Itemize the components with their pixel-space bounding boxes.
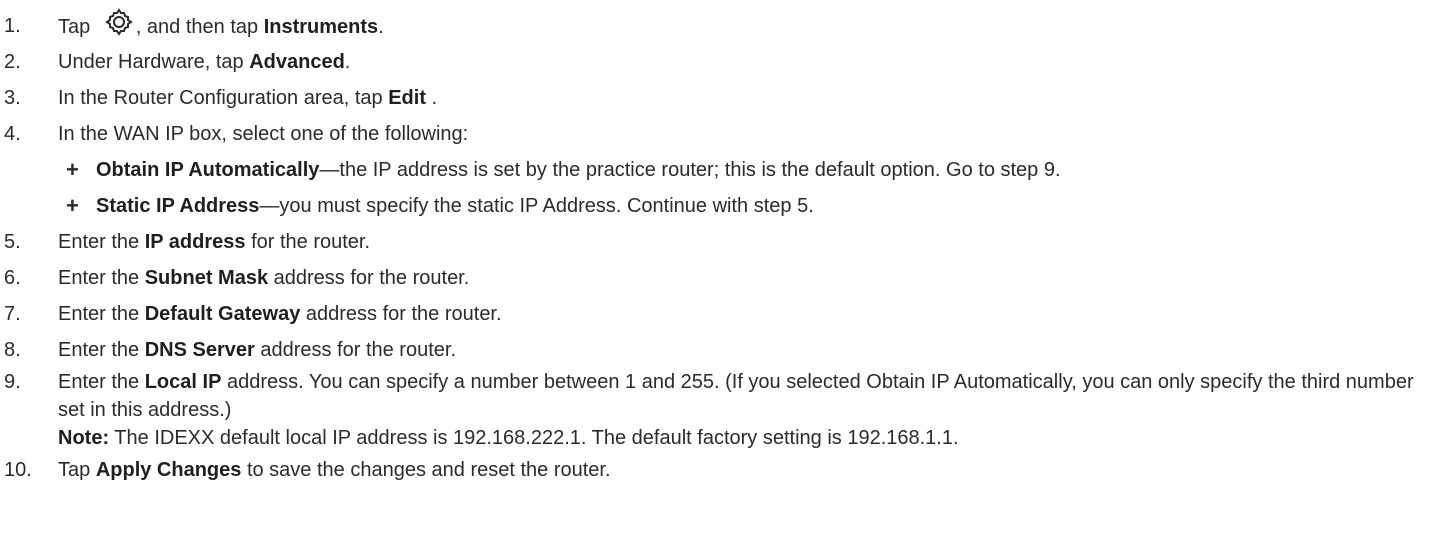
step-text-pre: In the Router Configuration area, tap bbox=[58, 87, 389, 109]
option-text: Static IP Address—you must specify the s… bbox=[96, 188, 814, 224]
plus-bullet: + bbox=[66, 193, 79, 218]
step-text-pre: Tap bbox=[58, 459, 96, 481]
step-text-pre: Tap bbox=[58, 16, 96, 38]
step-text: Enter the Default Gateway address for th… bbox=[58, 296, 502, 332]
field-label-default-gateway: Default Gateway bbox=[144, 303, 301, 325]
option-label: Static IP Address bbox=[96, 195, 260, 217]
step-text-pre: Enter the bbox=[58, 231, 145, 253]
step-text: Enter the Local IP address. You can spec… bbox=[58, 368, 1428, 452]
option-static-ip: + Static IP Address—you must specify the… bbox=[0, 188, 1442, 224]
step-1: 1. Tap , and then tap Instruments. bbox=[0, 8, 1442, 44]
option-text: Obtain IP Automatically—the IP address i… bbox=[96, 152, 1061, 188]
step-4: 4. In the WAN IP box, select one of the … bbox=[0, 116, 1442, 152]
step-10: 10. Tap Apply Changes to save the change… bbox=[0, 452, 1442, 488]
step-text: Enter the DNS Server address for the rou… bbox=[58, 332, 456, 368]
step-text: Enter the Subnet Mask address for the ro… bbox=[58, 260, 469, 296]
step-text: In the Router Configuration area, tap Ed… bbox=[58, 80, 437, 116]
step-number: 5. bbox=[4, 231, 21, 253]
step-text-mid: , and then tap bbox=[135, 16, 264, 38]
option-label: Obtain IP Automatically bbox=[96, 159, 320, 181]
step-number: 8. bbox=[4, 339, 21, 361]
step-text-pre: Under Hardware, tap bbox=[58, 51, 250, 73]
note: Note: The IDEXX default local IP address… bbox=[58, 424, 1428, 452]
step-text-post: . bbox=[344, 51, 351, 73]
step-text: Enter the IP address for the router. bbox=[58, 224, 370, 260]
step-text-post: to save the changes and reset the router… bbox=[241, 459, 611, 481]
step-number: 4. bbox=[4, 123, 21, 145]
step-number: 6. bbox=[4, 267, 21, 289]
option-description: —the IP address is set by the practice r… bbox=[319, 159, 1061, 181]
field-label-subnet-mask: Subnet Mask bbox=[144, 267, 269, 289]
step-text-post: . bbox=[378, 16, 384, 38]
step-text-pre: Enter the bbox=[58, 371, 145, 393]
step-text-post: address for the router. bbox=[268, 267, 470, 289]
note-label: Note: bbox=[58, 427, 110, 449]
step-number: 7. bbox=[4, 303, 21, 325]
field-label-local-ip: Local IP bbox=[144, 371, 222, 393]
option-obtain-ip: + Obtain IP Automatically—the IP address… bbox=[0, 152, 1442, 188]
step-number: 3. bbox=[4, 87, 21, 109]
instruction-list: 1. Tap , and then tap Instruments. 2. Un… bbox=[0, 8, 1442, 488]
ui-label-instruments: Instruments bbox=[263, 16, 379, 38]
step-number: 9. bbox=[4, 371, 21, 393]
step-text-post: address for the router. bbox=[254, 339, 457, 361]
step-7: 7. Enter the Default Gateway address for… bbox=[0, 296, 1442, 332]
plus-bullet: + bbox=[66, 157, 79, 182]
step-text-pre: Enter the bbox=[58, 267, 145, 289]
step-text-post: address for the router. bbox=[300, 303, 502, 325]
step-text-pre: Enter the bbox=[58, 303, 145, 325]
step-number: 10. bbox=[4, 459, 32, 481]
step-8: 8. Enter the DNS Server address for the … bbox=[0, 332, 1442, 368]
step-text-post: . bbox=[426, 87, 438, 109]
step-3: 3. In the Router Configuration area, tap… bbox=[0, 80, 1442, 116]
step-text: Under Hardware, tap Advanced. bbox=[58, 44, 350, 80]
option-description: —you must specify the static IP Address.… bbox=[259, 195, 814, 217]
step-text-pre: Enter the bbox=[58, 339, 145, 361]
step-5: 5. Enter the IP address for the router. bbox=[0, 224, 1442, 260]
note-text: The IDEXX default local IP address is 19… bbox=[109, 427, 959, 449]
field-label-ip-address: IP address bbox=[144, 231, 246, 253]
ui-label-apply-changes: Apply Changes bbox=[95, 459, 242, 481]
field-label-dns-server: DNS Server bbox=[144, 339, 255, 361]
step-number: 1. bbox=[4, 15, 21, 37]
step-text: In the WAN IP box, select one of the fol… bbox=[58, 123, 469, 145]
ui-label-advanced: Advanced bbox=[249, 51, 345, 73]
step-6: 6. Enter the Subnet Mask address for the… bbox=[0, 260, 1442, 296]
step-text: Tap , and then tap Instruments. bbox=[58, 8, 384, 45]
step-2: 2. Under Hardware, tap Advanced. bbox=[0, 44, 1442, 80]
step-number: 2. bbox=[4, 51, 21, 73]
step-text: Tap Apply Changes to save the changes an… bbox=[58, 452, 611, 488]
step-9: 9. Enter the Local IP address. You can s… bbox=[0, 368, 1442, 452]
ui-label-edit: Edit bbox=[388, 87, 426, 109]
step-text-post: address. You can specify a number betwee… bbox=[58, 371, 1414, 421]
step-text-post: for the router. bbox=[245, 231, 371, 253]
gear-icon bbox=[105, 8, 133, 36]
